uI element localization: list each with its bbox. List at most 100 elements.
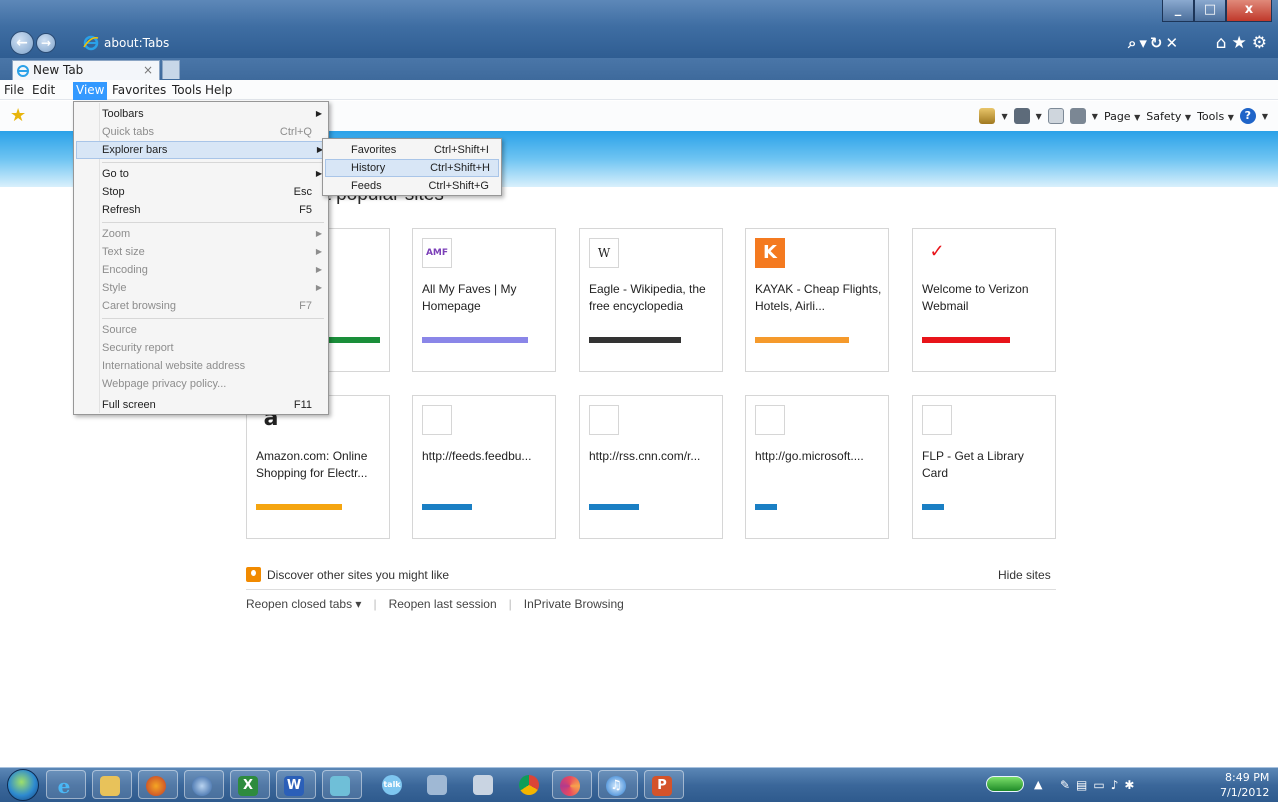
help-icon[interactable]: ? xyxy=(1239,108,1256,124)
visit-bar xyxy=(422,504,472,510)
taskbar-google-talk-icon[interactable]: talk xyxy=(375,770,405,799)
visit-bar xyxy=(589,337,681,343)
taskbar-teamviewer-icon[interactable] xyxy=(420,770,450,799)
menu-item-go-to[interactable]: Go to ▶ xyxy=(102,165,324,183)
taskbar-thunderbird-icon[interactable] xyxy=(184,770,224,799)
menu-edit[interactable]: Edit xyxy=(32,83,55,97)
site-tile[interactable]: AMF All My Faves | My Homepage xyxy=(412,228,556,372)
safety-menu-button[interactable]: Safety ▼ xyxy=(1146,110,1191,123)
discover-icon xyxy=(246,567,261,582)
discover-link[interactable]: Discover other sites you might like xyxy=(267,568,449,582)
chevron-down-icon[interactable]: ▼ xyxy=(1262,112,1268,121)
menu-item-text-size[interactable]: Text size ▶ xyxy=(102,243,324,261)
menu-item-zoom[interactable]: Zoom ▶ xyxy=(102,225,324,243)
menu-item-history-bar[interactable]: History Ctrl+Shift+H xyxy=(325,159,499,177)
tab-title: New Tab xyxy=(33,63,84,77)
hide-sites-link[interactable]: Hide sites xyxy=(998,568,1051,582)
menu-item-privacy-policy[interactable]: Webpage privacy policy... xyxy=(102,375,324,393)
chevron-down-icon[interactable]: ▼ xyxy=(1036,112,1042,121)
taskbar-pinwheel-icon[interactable] xyxy=(552,770,592,799)
home-favorites-settings-icons[interactable]: ⌂★⚙ xyxy=(1216,33,1272,53)
menu-view[interactable]: View xyxy=(73,82,108,100)
maximize-button[interactable]: □ xyxy=(1194,0,1226,22)
tray-toggle-icon[interactable] xyxy=(986,776,1024,792)
address-url[interactable]: about:Tabs xyxy=(104,36,169,50)
site-tile[interactable]: FLP - Get a Library Card xyxy=(912,395,1056,539)
explorer-bars-submenu: Favorites Ctrl+Shift+I History Ctrl+Shift+… xyxy=(322,138,502,196)
inprivate-browsing-link[interactable]: InPrivate Browsing xyxy=(524,597,624,611)
site-tile[interactable]: http://rss.cnn.com/r... xyxy=(579,395,723,539)
tools-menu-button[interactable]: Tools ▼ xyxy=(1197,110,1234,123)
menu-help[interactable]: Help xyxy=(205,83,232,97)
menu-item-full-screen[interactable]: Full screen F11 xyxy=(102,396,324,414)
visit-bar xyxy=(755,337,849,343)
menu-item-favorites-bar[interactable]: Favorites Ctrl+Shift+I xyxy=(351,141,497,159)
tray-expand-icon[interactable]: ▲ xyxy=(1034,778,1042,791)
taskbar-excel-icon[interactable]: X xyxy=(230,770,270,799)
menu-item-style[interactable]: Style ▶ xyxy=(102,279,324,297)
minimize-button[interactable]: _ xyxy=(1162,0,1194,22)
taskbar-itunes-icon[interactable]: ♫ xyxy=(598,770,638,799)
tile-label: All My Faves | My Homepage xyxy=(422,282,517,313)
menu-item-feeds-bar[interactable]: Feeds Ctrl+Shift+G xyxy=(351,177,497,195)
home-icon[interactable] xyxy=(979,108,996,124)
menu-item-encoding[interactable]: Encoding ▶ xyxy=(102,261,324,279)
visit-bar xyxy=(755,504,777,510)
taskbar-word-icon[interactable]: W xyxy=(276,770,316,799)
tab-close-icon[interactable]: × xyxy=(143,63,153,77)
menu-item-international-address[interactable]: International website address xyxy=(102,357,324,375)
menu-separator xyxy=(102,222,324,223)
menu-item-source[interactable]: Source xyxy=(102,321,324,339)
start-button[interactable] xyxy=(7,769,39,801)
menu-item-security-report[interactable]: Security report xyxy=(102,339,324,357)
site-tile[interactable]: http://go.microsoft.... xyxy=(745,395,889,539)
chevron-down-icon[interactable]: ▼ xyxy=(1092,112,1098,121)
blank-site-icon xyxy=(922,405,952,435)
tab-new-tab[interactable]: New Tab × xyxy=(12,60,160,80)
clock-time[interactable]: 8:49 PM xyxy=(1225,771,1269,784)
tile-label: http://feeds.feedbu... xyxy=(422,449,532,463)
tray-status-icons[interactable]: ✎▤▭♪✱ xyxy=(1060,778,1140,792)
menu-file[interactable]: File xyxy=(4,83,24,97)
taskbar-ie-icon[interactable]: e xyxy=(46,770,86,799)
taskbar-explorer-icon[interactable] xyxy=(92,770,132,799)
site-tile[interactable]: http://feeds.feedbu... xyxy=(412,395,556,539)
new-tab-button[interactable] xyxy=(162,60,180,79)
taskbar-chrome-icon[interactable] xyxy=(512,770,542,799)
site-tile[interactable]: W Eagle - Wikipedia, the free encycloped… xyxy=(579,228,723,372)
site-tile[interactable]: K KAYAK - Cheap Flights, Hotels, Airli..… xyxy=(745,228,889,372)
search-refresh-stop-icons[interactable]: ⌕▾↻✕ xyxy=(1128,34,1181,52)
address-bar[interactable] xyxy=(60,34,1120,54)
visit-bar xyxy=(256,504,342,510)
menu-item-refresh[interactable]: Refresh F5 xyxy=(102,201,324,219)
clock-date[interactable]: 7/1/2012 xyxy=(1220,786,1269,799)
menu-item-stop[interactable]: Stop Esc xyxy=(102,183,324,201)
tile-label: FLP - Get a Library Card xyxy=(922,449,1024,480)
favorites-star-icon[interactable]: ★ xyxy=(10,105,26,126)
taskbar-snipping-tool-icon[interactable] xyxy=(466,770,496,799)
taskbar-shared-folder-icon[interactable] xyxy=(322,770,362,799)
page-menu-button[interactable]: Page ▼ xyxy=(1104,110,1140,123)
menu-item-caret-browsing[interactable]: Caret browsing F7 xyxy=(102,297,324,315)
taskbar-firefox-icon[interactable] xyxy=(138,770,178,799)
back-button[interactable]: ← xyxy=(10,31,34,55)
visit-bar xyxy=(922,504,944,510)
site-tile[interactable]: ✓ Welcome to Verizon Webmail xyxy=(912,228,1056,372)
submenu-arrow-icon: ▶ xyxy=(315,265,322,274)
forward-button[interactable]: → xyxy=(36,33,56,53)
menu-favorites[interactable]: Favorites xyxy=(112,83,166,97)
menu-item-explorer-bars[interactable]: Explorer bars ▶ xyxy=(76,141,326,159)
taskbar-powerpoint-icon[interactable]: P xyxy=(644,770,684,799)
print-icon[interactable] xyxy=(1069,108,1086,124)
menu-item-toolbars[interactable]: Toolbars ▶ xyxy=(102,105,324,123)
mail-icon[interactable] xyxy=(1047,108,1064,124)
close-button[interactable]: x xyxy=(1226,0,1272,22)
menu-tools[interactable]: Tools xyxy=(172,83,202,97)
menu-item-quick-tabs[interactable]: Quick tabs Ctrl+Q xyxy=(102,123,324,141)
footer-links: Reopen closed tabs ▾ | Reopen last sessi… xyxy=(246,597,624,611)
feeds-icon[interactable] xyxy=(1013,108,1030,124)
site-tile[interactable]: a Amazon.com: Online Shopping for Electr… xyxy=(246,395,390,539)
reopen-last-session-link[interactable]: Reopen last session xyxy=(389,597,497,611)
reopen-closed-tabs-link[interactable]: Reopen closed tabs ▾ xyxy=(246,597,361,611)
chevron-down-icon[interactable]: ▼ xyxy=(1001,112,1007,121)
